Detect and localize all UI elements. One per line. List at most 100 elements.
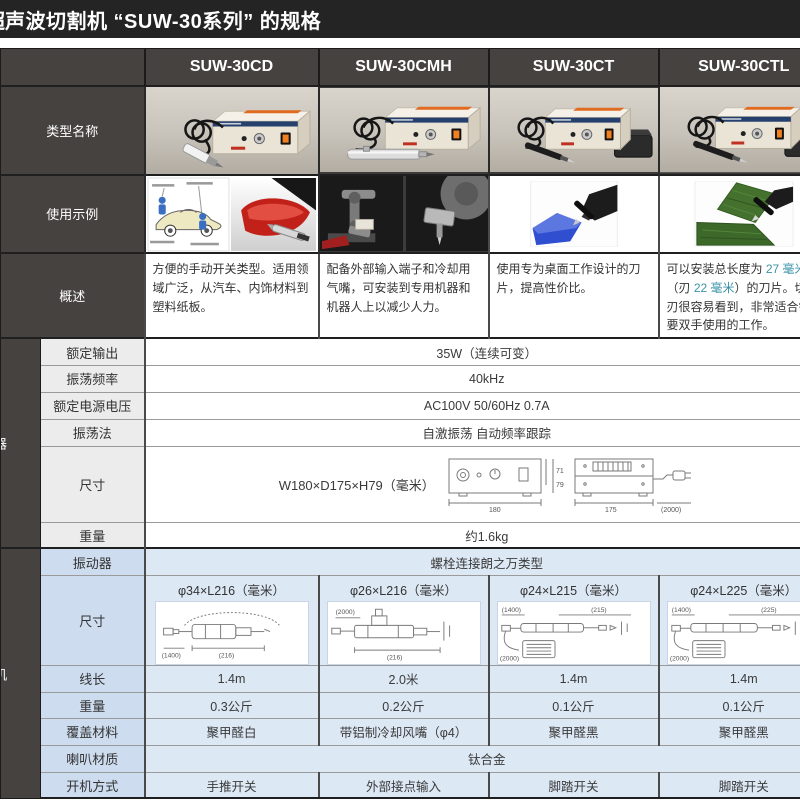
product-photo-suw30ct xyxy=(489,86,659,175)
vib-drawing-ct: (1400) (215) (2000) xyxy=(497,601,651,665)
group-label-oscillator: 器 xyxy=(1,338,41,548)
row-label-horn-material: 喇叭材质 xyxy=(41,745,145,772)
vib-drawing-ct-svg: (1400) (215) (2000) xyxy=(498,602,650,664)
svg-text:(215): (215) xyxy=(591,607,607,614)
overview-ctl-highlight-22mm: 22 毫米 xyxy=(694,281,735,295)
svg-text:180: 180 xyxy=(489,507,501,514)
vib-drawing-cd: (1400) (216) xyxy=(155,601,309,665)
column-header-suw30ctl: SUW-30CTL xyxy=(659,49,800,86)
row-label-overview: 概述 xyxy=(1,253,145,338)
svg-text:(2000): (2000) xyxy=(661,507,681,514)
overview-suw30ct: 使用专为桌面工作设计的刀片，提高性价比。 xyxy=(489,253,659,338)
value-osc-weight: 约1.6kg xyxy=(145,522,800,548)
value-cord-cd: 1.4m xyxy=(145,665,319,692)
value-cord-cmh: 2.0米 xyxy=(319,665,489,692)
vib-size-row: 尺寸 φ34×L216（毫米） (1400) ( xyxy=(1,575,800,665)
switch-type-row: 开机方式 手推开关 外部接点输入 脚踏开关 脚踏开关 xyxy=(1,772,800,798)
overview-ctl-text: （刃 xyxy=(667,281,694,295)
value-osc-method: 自激振荡 自动频率跟踪 xyxy=(145,419,800,446)
row-label-vib-size: 尺寸 xyxy=(41,575,145,665)
value-switch-ctl: 脚踏开关 xyxy=(659,772,800,798)
product-photo-suw30cd xyxy=(145,86,319,175)
usage-example-row: 使用示例 xyxy=(1,175,800,254)
svg-text:(216): (216) xyxy=(218,653,234,660)
product-photo-ct-image xyxy=(490,88,658,173)
osc-freq-row: 振荡频率 40kHz xyxy=(1,365,800,392)
type-name-row: 类型名称 xyxy=(1,86,800,175)
row-label-cover-material: 覆盖材料 xyxy=(41,718,145,745)
vib-drawing-cd-svg: (1400) (216) xyxy=(156,602,308,664)
column-header-suw30ct: SUW-30CT xyxy=(489,49,659,86)
column-header-suw30cd: SUW-30CD xyxy=(145,49,319,86)
group-char-cutter: 机 xyxy=(1,664,8,683)
row-label-rated-voltage: 额定电源电压 xyxy=(41,392,145,419)
vibrator-row: 机 振动器 螺栓连接朗之万类型 xyxy=(1,548,800,575)
value-switch-cd: 手推开关 xyxy=(145,772,319,798)
product-photo-cd-image xyxy=(146,87,318,174)
page-title: 声波切割机 “SUW-30系列” 的规格 xyxy=(5,5,321,34)
group-char-oscillator: 器 xyxy=(1,434,8,453)
osc-size-row: 尺寸 W180×D175×H79（毫米） 180 71 xyxy=(1,446,800,522)
svg-text:(1400): (1400) xyxy=(672,607,691,614)
row-label-osc-freq: 振荡频率 xyxy=(41,365,145,392)
value-weight-cd: 0.3公斤 xyxy=(145,692,319,718)
row-label-usage-example: 使用示例 xyxy=(1,175,145,254)
vib-drawing-ctl: (1400) (225) (2000) xyxy=(667,601,800,665)
value-rated-output: 35W（连续可变） xyxy=(145,338,800,365)
value-osc-freq: 40kHz xyxy=(145,365,800,392)
vib-size-suw30ct: φ24×L215（毫米） (1400) (215) xyxy=(489,575,659,665)
group-label-cutter: 机 xyxy=(1,548,41,798)
row-label-type-name: 类型名称 xyxy=(1,86,145,175)
value-horn-material: 钛合金 xyxy=(145,745,800,772)
value-rated-voltage: AC100V 50/60Hz 0.7A xyxy=(145,392,800,419)
rated-output-row: 器 额定输出 35W（连续可变） xyxy=(1,338,800,365)
overview-ctl-text: 可以安装总长度为 xyxy=(667,262,766,276)
vib-size-suw30cd: φ34×L216（毫米） (1400) (216) xyxy=(145,575,319,665)
vib-drawing-ctl-svg: (1400) (225) (2000) xyxy=(668,602,800,664)
vib-weight-row: 重量 0.3公斤 0.2公斤 0.1公斤 0.1公斤 xyxy=(1,692,800,718)
vib-size-text-ctl: φ24×L225（毫米） xyxy=(660,576,800,601)
row-label-osc-weight: 重量 xyxy=(41,522,145,548)
overview-suw30ctl: 可以安装总长度为 27 毫米（刃 22 毫米）的刀片。切削刃很容易看到，非常适合… xyxy=(659,253,800,338)
value-cover-ctl: 聚甲醛黑 xyxy=(659,718,800,745)
vib-drawing-cmh-svg: (2000) (216) xyxy=(328,602,480,664)
vib-size-text-cd: φ34×L216（毫米） xyxy=(146,576,318,601)
product-photo-cmh-image xyxy=(320,88,488,173)
row-label-switch-type: 开机方式 xyxy=(41,772,145,798)
svg-text:(2000): (2000) xyxy=(670,655,689,662)
overview-row: 概述 方便的手动开关类型。适用领域广泛，从汽车、内饰材料到塑料纸板。 配备外部输… xyxy=(1,253,800,338)
usage-photo-cd-image xyxy=(146,176,318,253)
value-switch-cmh: 外部接点输入 xyxy=(319,772,489,798)
usage-photo-ct-image xyxy=(528,181,620,247)
overview-ctl-highlight-27mm: 27 毫米 xyxy=(766,262,800,276)
usage-photo-ctl-image xyxy=(692,181,796,247)
table-header-row: SUW-30CD SUW-30CMH SUW-30CT SUW-30CTL xyxy=(1,49,800,86)
vib-size-text-ct: φ24×L215（毫米） xyxy=(490,576,658,601)
value-cord-ctl: 1.4m xyxy=(659,665,800,692)
usage-photo-suw30ctl xyxy=(659,175,800,254)
osc-method-row: 振荡法 自激振荡 自动频率跟踪 xyxy=(1,419,800,446)
value-cord-ct: 1.4m xyxy=(489,665,659,692)
svg-text:(1400): (1400) xyxy=(501,607,520,614)
osc-dimension-drawing: 180 71 79 xyxy=(445,453,695,515)
row-label-cord-length: 线长 xyxy=(41,665,145,692)
row-label-vibrator: 振动器 xyxy=(41,548,145,575)
spec-sheet-page: 超声波切割机 “SUW-30系列” 的规格 SUW-30CD SUW-30CMH… xyxy=(0,0,800,800)
cord-length-row: 线长 1.4m 2.0米 1.4m 1.4m xyxy=(1,665,800,692)
usage-photo-cmh-image xyxy=(320,176,488,251)
cover-material-row: 覆盖材料 聚甲醛白 带铝制冷却风嘴（φ4） 聚甲醛黑 聚甲醛黑 xyxy=(1,718,800,745)
svg-text:(2000): (2000) xyxy=(499,655,518,662)
value-cover-ct: 聚甲醛黑 xyxy=(489,718,659,745)
osc-weight-row: 重量 约1.6kg xyxy=(1,522,800,548)
usage-photo-suw30cd xyxy=(145,175,319,254)
vib-drawing-cmh: (2000) (216) xyxy=(327,601,481,665)
row-label-osc-method: 振荡法 xyxy=(41,419,145,446)
vib-size-suw30ctl: φ24×L225（毫米） (1400) (225) xyxy=(659,575,800,665)
svg-text:(225): (225) xyxy=(761,607,777,614)
row-label-osc-size: 尺寸 xyxy=(41,446,145,522)
svg-text:(1400): (1400) xyxy=(161,653,180,660)
rated-voltage-row: 额定电源电压 AC100V 50/60Hz 0.7A xyxy=(1,392,800,419)
value-cover-cd: 聚甲醛白 xyxy=(145,718,319,745)
vib-size-text-cmh: φ26×L216（毫米） xyxy=(320,576,488,601)
svg-text:79: 79 xyxy=(556,482,564,489)
